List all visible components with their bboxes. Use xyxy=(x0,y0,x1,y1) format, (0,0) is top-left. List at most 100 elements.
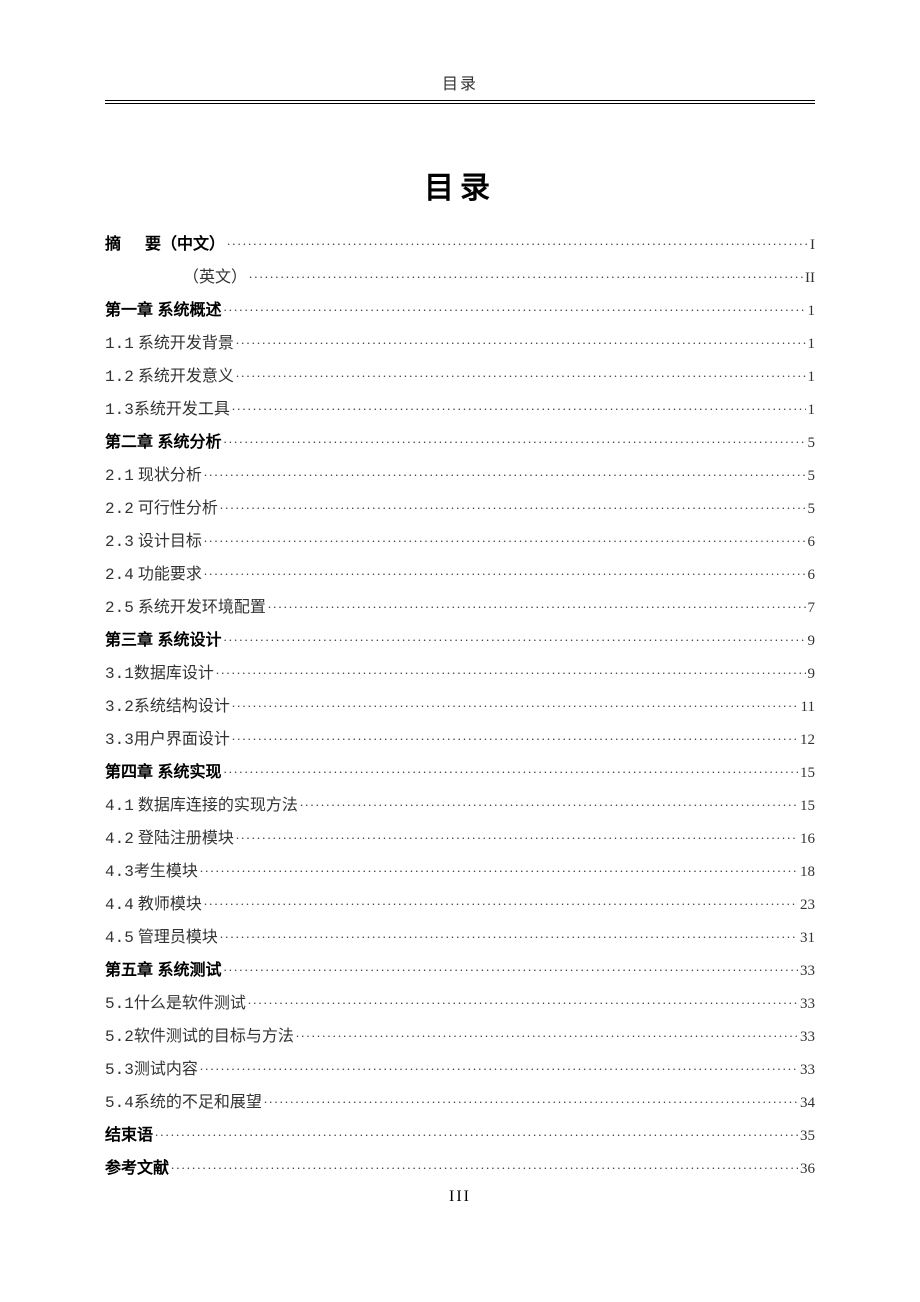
toc-leader-dots xyxy=(216,662,806,678)
toc-leader-dots xyxy=(223,431,805,447)
toc-entry-label: 第五章 系统测试 xyxy=(105,963,221,979)
toc-row: 2.3 设计目标 6 xyxy=(105,530,815,550)
toc-leader-dots xyxy=(223,629,805,645)
toc-entry-label: 5.2软件测试的目标与方法 xyxy=(105,1029,294,1045)
toc-entry-number: 2.4 xyxy=(105,566,134,584)
toc-entry-label: 第三章 系统设计 xyxy=(105,633,221,649)
toc-entry-number: 1.1 xyxy=(105,335,134,353)
toc-entry-label: 第四章 系统实现 xyxy=(105,765,221,781)
table-of-contents: 摘要（中文）I（英文）II第一章 系统概述11.1 系统开发背景11.2 系统开… xyxy=(105,233,815,1177)
toc-row: 第二章 系统分析5 xyxy=(105,431,815,451)
page-header: 目录 xyxy=(105,70,815,101)
toc-row: 5.1什么是软件测试 33 xyxy=(105,992,815,1012)
toc-row: 5.3测试内容33 xyxy=(105,1058,815,1078)
toc-leader-dots xyxy=(248,992,798,1008)
toc-entry-page: 33 xyxy=(800,964,815,979)
toc-entry-label: 1.1 系统开发背景 xyxy=(105,336,234,352)
toc-row: 4.2 登陆注册模块 16 xyxy=(105,827,815,847)
toc-entry-label: 4.4 教师模块 xyxy=(105,897,202,913)
toc-entry-label: 4.3考生模块 xyxy=(105,864,198,880)
toc-entry-label: 4.1 数据库连接的实现方法 xyxy=(105,798,298,814)
toc-entry-page: 9 xyxy=(808,634,816,649)
toc-row: 第四章 系统实现 15 xyxy=(105,761,815,781)
toc-row: 第一章 系统概述 1 xyxy=(105,299,815,319)
toc-entry-label: 4.2 登陆注册模块 xyxy=(105,831,234,847)
toc-row: 2.5 系统开发环境配置 7 xyxy=(105,596,815,616)
toc-leader-dots xyxy=(236,365,806,381)
toc-leader-dots xyxy=(249,266,803,282)
toc-entry-number: 5.3 xyxy=(105,1061,134,1079)
document-page: 目录 目录 摘要（中文）I（英文）II第一章 系统概述11.1 系统开发背景11… xyxy=(0,0,920,1177)
toc-row: 2.2 可行性分析 5 xyxy=(105,497,815,517)
toc-entry-label: 摘要（中文） xyxy=(105,237,225,253)
toc-entry-page: 1 xyxy=(808,403,816,418)
toc-entry-number: 5.1 xyxy=(105,995,134,1013)
toc-leader-dots xyxy=(204,464,806,480)
toc-entry-page: 16 xyxy=(800,832,815,847)
toc-leader-dots xyxy=(232,728,798,744)
toc-entry-number: 2.2 xyxy=(105,500,134,518)
toc-leader-dots xyxy=(232,695,799,711)
toc-entry-number: 4.1 xyxy=(105,797,134,815)
toc-entry-page: 6 xyxy=(808,535,816,550)
toc-entry-page: 5 xyxy=(808,502,816,517)
toc-entry-page: 36 xyxy=(800,1162,815,1177)
toc-entry-number: 5.4 xyxy=(105,1094,134,1112)
toc-leader-dots xyxy=(232,398,806,414)
toc-leader-dots xyxy=(223,761,798,777)
toc-entry-page: 33 xyxy=(800,1063,815,1078)
toc-row: 4.5 管理员模块31 xyxy=(105,926,815,946)
toc-entry-page: 31 xyxy=(800,931,815,946)
toc-entry-label: 1.2 系统开发意义 xyxy=(105,369,234,385)
toc-leader-dots xyxy=(296,1025,798,1041)
toc-leader-dots xyxy=(200,1058,798,1074)
toc-entry-page: II xyxy=(805,271,815,286)
toc-row: 5.4系统的不足和展望34 xyxy=(105,1091,815,1111)
toc-leader-dots xyxy=(155,1124,798,1140)
toc-entry-label: 3.1数据库设计 xyxy=(105,666,214,682)
toc-leader-dots xyxy=(268,596,806,612)
toc-leader-dots xyxy=(171,1157,798,1173)
toc-leader-dots xyxy=(227,233,808,249)
toc-entry-page: 1 xyxy=(808,370,816,385)
toc-entry-label: 5.1什么是软件测试 xyxy=(105,996,246,1012)
toc-row: 5.2软件测试的目标与方法 33 xyxy=(105,1025,815,1045)
toc-entry-number: 2.5 xyxy=(105,599,134,617)
toc-leader-dots xyxy=(223,959,798,975)
toc-entry-label: 2.2 可行性分析 xyxy=(105,501,218,517)
toc-entry-page: 6 xyxy=(808,568,816,583)
toc-entry-label: 2.4 功能要求 xyxy=(105,567,202,583)
toc-entry-number: 2.1 xyxy=(105,467,134,485)
toc-entry-page: 23 xyxy=(800,898,815,913)
toc-entry-label: 第一章 系统概述 xyxy=(105,303,221,319)
toc-entry-page: 33 xyxy=(800,1030,815,1045)
toc-entry-number: 1.3 xyxy=(105,401,134,419)
toc-entry-number: 2.3 xyxy=(105,533,134,551)
toc-row: 3.2系统结构设计11 xyxy=(105,695,815,715)
toc-entry-page: 33 xyxy=(800,997,815,1012)
toc-row: 第五章 系统测试 33 xyxy=(105,959,815,979)
toc-entry-page: 7 xyxy=(808,601,816,616)
toc-entry-label: 2.3 设计目标 xyxy=(105,534,202,550)
toc-leader-dots xyxy=(204,563,806,579)
toc-row: 4.3考生模块18 xyxy=(105,860,815,880)
toc-row: 3.1数据库设计9 xyxy=(105,662,815,682)
toc-row: 2.4 功能要求 6 xyxy=(105,563,815,583)
toc-entry-page: 35 xyxy=(800,1129,815,1144)
toc-entry-label: （英文） xyxy=(183,270,247,286)
toc-entry-page: 5 xyxy=(808,469,816,484)
toc-entry-page: 15 xyxy=(800,766,815,781)
toc-leader-dots xyxy=(204,893,798,909)
toc-row: 3.3用户界面设计12 xyxy=(105,728,815,748)
toc-entry-number: 4.2 xyxy=(105,830,134,848)
toc-entry-number: 5.2 xyxy=(105,1028,134,1046)
toc-leader-dots xyxy=(204,530,806,546)
toc-leader-dots xyxy=(236,827,798,843)
toc-entry-label: 3.3用户界面设计 xyxy=(105,732,230,748)
toc-entry-page: 1 xyxy=(808,304,816,319)
toc-row: 第三章 系统设计 9 xyxy=(105,629,815,649)
toc-entry-label: 2.5 系统开发环境配置 xyxy=(105,600,266,616)
toc-entry-number: 3.2 xyxy=(105,698,134,716)
toc-entry-label: 3.2系统结构设计 xyxy=(105,699,230,715)
toc-leader-dots xyxy=(223,299,805,315)
